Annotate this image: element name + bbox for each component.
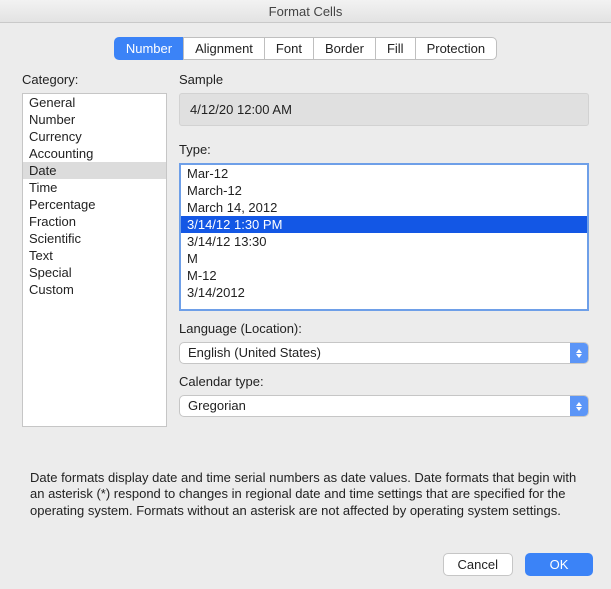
updown-icon xyxy=(570,396,588,416)
tab-number[interactable]: Number xyxy=(114,37,184,60)
category-item[interactable]: Number xyxy=(23,111,166,128)
category-list[interactable]: GeneralNumberCurrencyAccountingDateTimeP… xyxy=(22,93,167,427)
calendar-value: Gregorian xyxy=(180,396,570,416)
calendar-label: Calendar type: xyxy=(179,374,589,389)
cancel-button[interactable]: Cancel xyxy=(443,553,513,576)
category-item[interactable]: Scientific xyxy=(23,230,166,247)
category-item[interactable]: Currency xyxy=(23,128,166,145)
category-label: Category: xyxy=(22,72,167,87)
category-item[interactable]: Fraction xyxy=(23,213,166,230)
ok-button[interactable]: OK xyxy=(525,553,593,576)
category-item[interactable]: Percentage xyxy=(23,196,166,213)
category-item[interactable]: Custom xyxy=(23,281,166,298)
type-item[interactable]: M-12 xyxy=(181,267,587,284)
tab-protection[interactable]: Protection xyxy=(415,37,498,60)
type-item[interactable]: March 14, 2012 xyxy=(181,199,587,216)
type-label: Type: xyxy=(179,142,589,157)
language-label: Language (Location): xyxy=(179,321,589,336)
updown-icon xyxy=(570,343,588,363)
type-list[interactable]: Mar-12March-12March 14, 20123/14/12 1:30… xyxy=(179,163,589,311)
type-item[interactable]: Mar-12 xyxy=(181,165,587,182)
tab-fill[interactable]: Fill xyxy=(375,37,416,60)
tab-font[interactable]: Font xyxy=(264,37,314,60)
type-item[interactable]: 3/14/12 13:30 xyxy=(181,233,587,250)
type-item[interactable]: M xyxy=(181,250,587,267)
category-item[interactable]: General xyxy=(23,94,166,111)
category-item[interactable]: Text xyxy=(23,247,166,264)
tab-alignment[interactable]: Alignment xyxy=(183,37,265,60)
category-item[interactable]: Special xyxy=(23,264,166,281)
language-value: English (United States) xyxy=(180,343,570,363)
sample-value: 4/12/20 12:00 AM xyxy=(179,93,589,126)
type-item[interactable]: 3/14/2012 xyxy=(181,284,587,301)
category-item[interactable]: Accounting xyxy=(23,145,166,162)
window-title: Format Cells xyxy=(0,0,611,23)
sample-label: Sample xyxy=(179,72,589,87)
calendar-dropdown[interactable]: Gregorian xyxy=(179,395,589,417)
tab-bar: Number Alignment Font Border Fill Protec… xyxy=(0,37,611,60)
type-item[interactable]: March-12 xyxy=(181,182,587,199)
type-item[interactable]: 3/14/12 1:30 PM xyxy=(181,216,587,233)
language-dropdown[interactable]: English (United States) xyxy=(179,342,589,364)
description-text: Date formats display date and time seria… xyxy=(30,470,581,519)
category-item[interactable]: Date xyxy=(23,162,166,179)
tab-border[interactable]: Border xyxy=(313,37,376,60)
category-item[interactable]: Time xyxy=(23,179,166,196)
